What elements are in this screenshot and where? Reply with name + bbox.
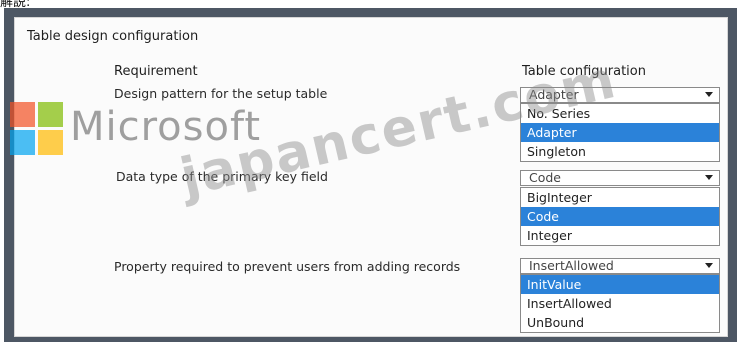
option-singleton[interactable]: Singleton	[521, 142, 719, 161]
microsoft-logo-icon	[10, 102, 66, 158]
prevent-adding-dropdown: InitValue InsertAllowed UnBound	[520, 274, 720, 333]
option-adapter[interactable]: Adapter	[521, 123, 719, 142]
primary-key-type-dropdown: BigInteger Code Integer	[520, 187, 720, 246]
chevron-down-icon[interactable]	[705, 263, 713, 268]
option-integer[interactable]: Integer	[521, 226, 719, 245]
requirement-design-pattern: Design pattern for the setup table	[114, 86, 328, 101]
option-biginteger[interactable]: BigInteger	[521, 188, 719, 207]
option-code[interactable]: Code	[521, 207, 719, 226]
primary-key-type-selected-value: Code	[529, 170, 562, 185]
requirement-header: Requirement	[114, 64, 198, 79]
option-initvalue[interactable]: InitValue	[521, 275, 719, 294]
primary-key-type-select[interactable]: Code	[520, 170, 720, 186]
chevron-down-icon[interactable]	[705, 92, 713, 97]
prevent-adding-selected-value: InsertAllowed	[529, 258, 614, 273]
requirement-prevent-adding-records: Property required to prevent users from …	[114, 259, 461, 274]
panel-title: Table design configuration	[27, 29, 199, 44]
option-insertallowed[interactable]: InsertAllowed	[521, 294, 719, 313]
prevent-adding-select[interactable]: InsertAllowed	[520, 258, 720, 274]
chevron-down-icon[interactable]	[705, 175, 713, 180]
option-unbound[interactable]: UnBound	[521, 313, 719, 332]
table-design-panel: Table design configuration Requirement T…	[14, 17, 728, 337]
